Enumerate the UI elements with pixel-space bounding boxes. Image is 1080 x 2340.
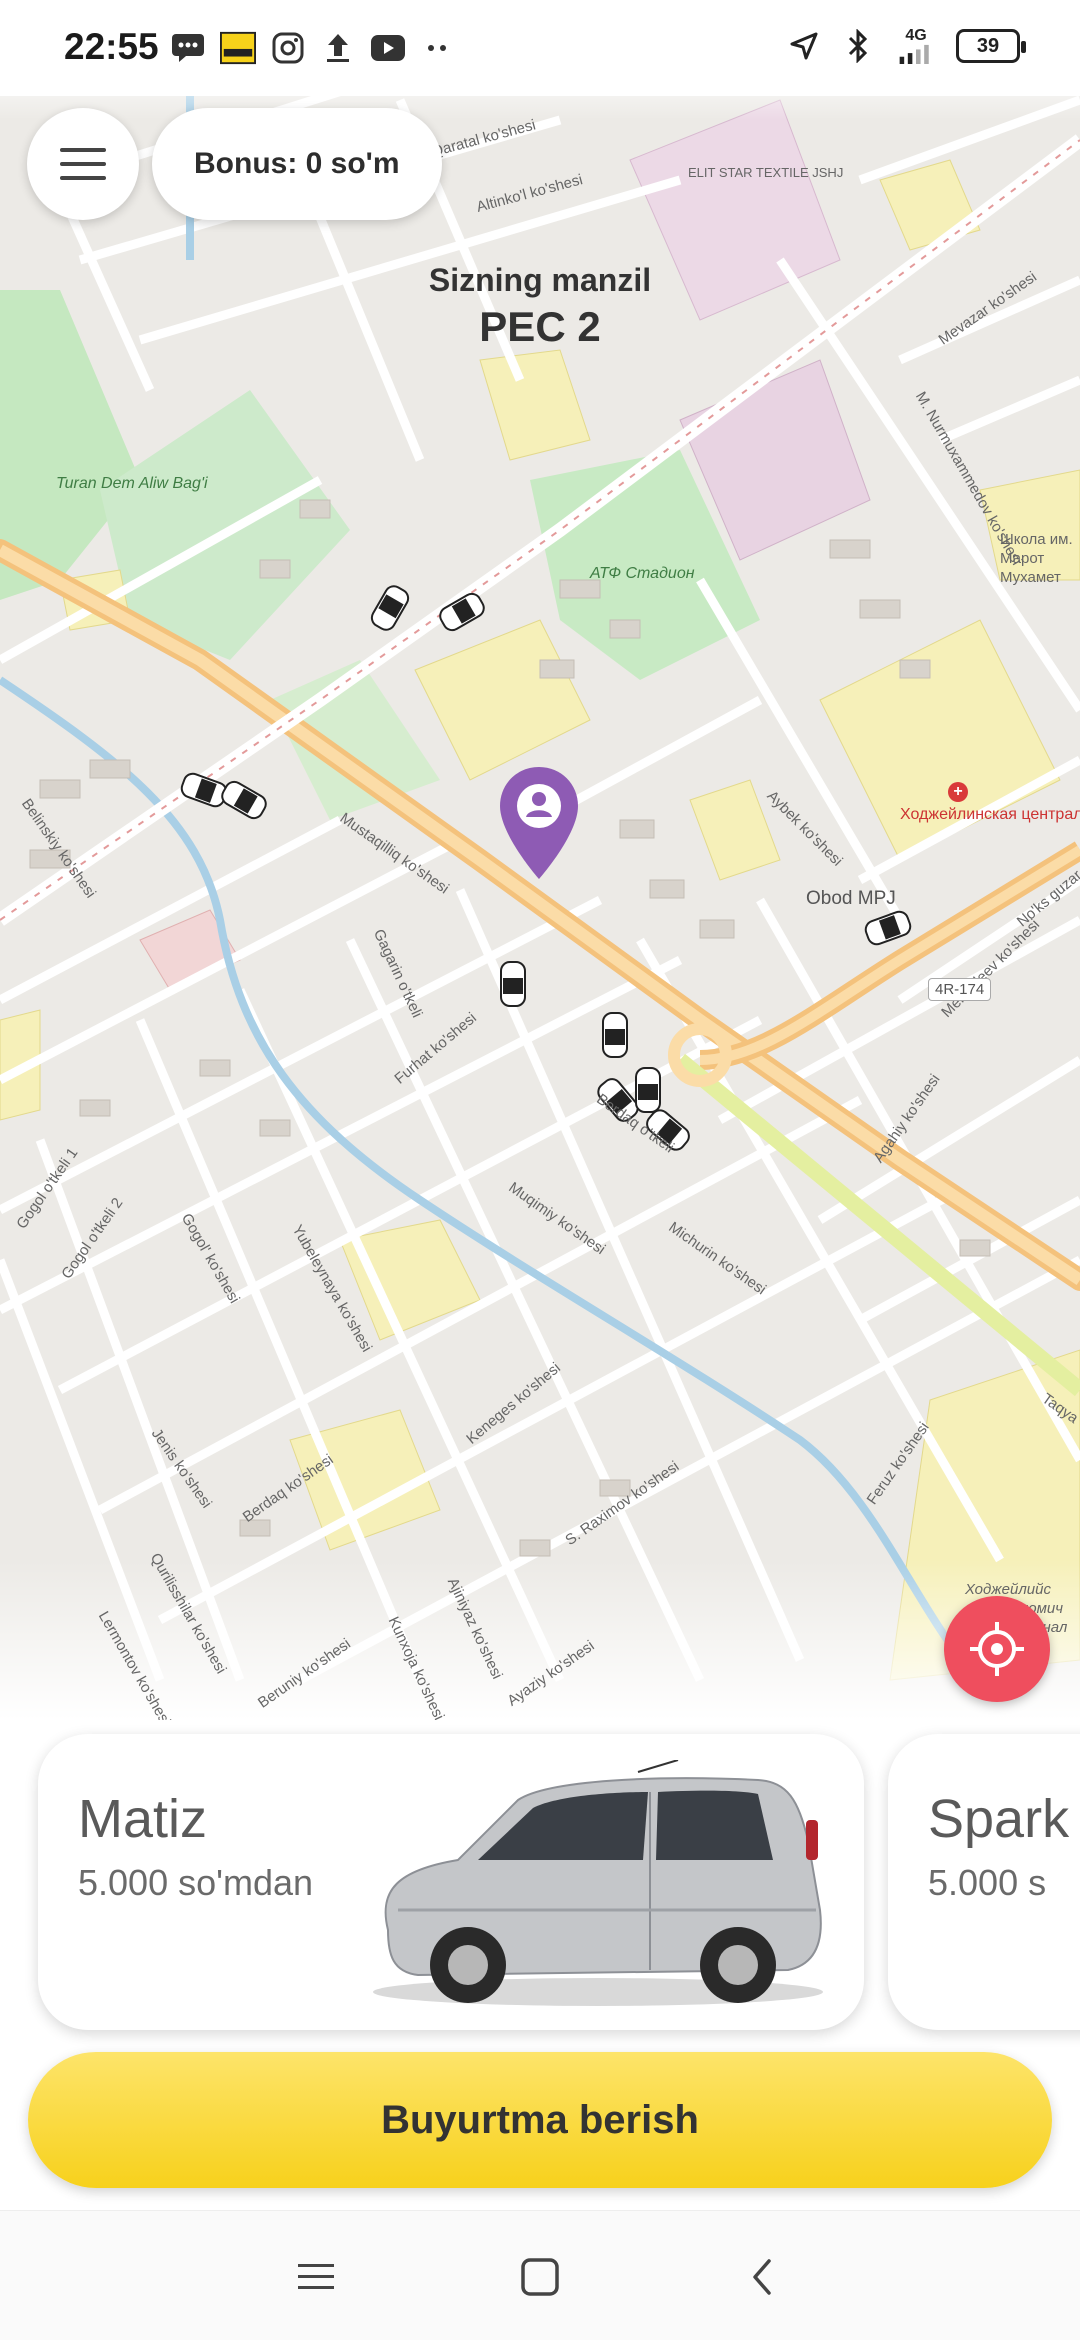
map-label-park: Turan Dem Aliw Bag'i [56, 475, 208, 492]
map-label-hospital: Ходжейлинская центральная районная больн… [900, 806, 1080, 823]
menu-lines-icon [298, 2264, 334, 2289]
car-name: Spark [928, 1789, 1070, 1849]
map-label-stadium: АТФ Стадион [590, 565, 695, 582]
bonus-balance[interactable]: Bonus: 0 so'm [152, 108, 442, 220]
car-image [373, 1760, 823, 2006]
car-price: 5.000 s [928, 1862, 1047, 1903]
map-label-obod: Obod MPJ [806, 888, 896, 909]
menu-button[interactable] [27, 108, 139, 220]
crosshair-icon [970, 1622, 1024, 1676]
car-card-spark[interactable]: Spark 5.000 s [888, 1734, 1080, 2030]
location-arrow-icon [786, 28, 822, 64]
youtube-icon [370, 30, 406, 66]
taxi-app-icon [220, 30, 256, 66]
back-chevron-icon [753, 2259, 771, 2295]
upload-icon [320, 30, 356, 66]
car-name: Matiz [78, 1789, 208, 1849]
square-home-icon [521, 2258, 559, 2296]
home-button[interactable] [510, 2247, 570, 2307]
destination-name: PEC 2 [479, 303, 601, 350]
battery-icon: 39 [956, 29, 1026, 63]
instagram-icon [270, 30, 306, 66]
destination-caption: Sizning manzil [428, 262, 652, 298]
status-time: 22:55 [64, 26, 159, 67]
system-icons: 4G 39 [786, 28, 1026, 64]
back-button[interactable] [732, 2247, 792, 2307]
road-number-badge: 4R-174 [928, 978, 992, 1001]
order-button[interactable]: Buyurtma berish [28, 2052, 1052, 2188]
car-price: 5.000 so'mdan [78, 1862, 314, 1903]
notification-icons [170, 30, 456, 66]
car-card-matiz[interactable]: Matiz 5.000 so'mdan [38, 1734, 864, 2030]
car-type-carousel[interactable]: Matiz 5.000 so'mdan Spark 5.000 s [0, 1720, 1080, 2050]
map-label-elit: ELIT STAR TEXTILE JSHJ [688, 165, 844, 180]
destination-label: Sizning manzil PEC 2 [380, 262, 700, 351]
more-dots-icon [420, 30, 456, 66]
hamburger-icon [60, 148, 106, 180]
user-location-pin-icon [498, 765, 580, 881]
status-bar: 22:55 4G 39 [0, 0, 1080, 96]
signal-icon: 4G [894, 28, 938, 64]
recents-button[interactable] [286, 2247, 346, 2307]
system-nav-bar [0, 2210, 1080, 2340]
message-icon [170, 30, 206, 66]
locate-me-button[interactable] [944, 1596, 1050, 1702]
hospital-icon: + [948, 782, 968, 802]
bluetooth-icon [840, 28, 876, 64]
map-label-school: Школа им. Марот Мухамет [1000, 531, 1073, 586]
